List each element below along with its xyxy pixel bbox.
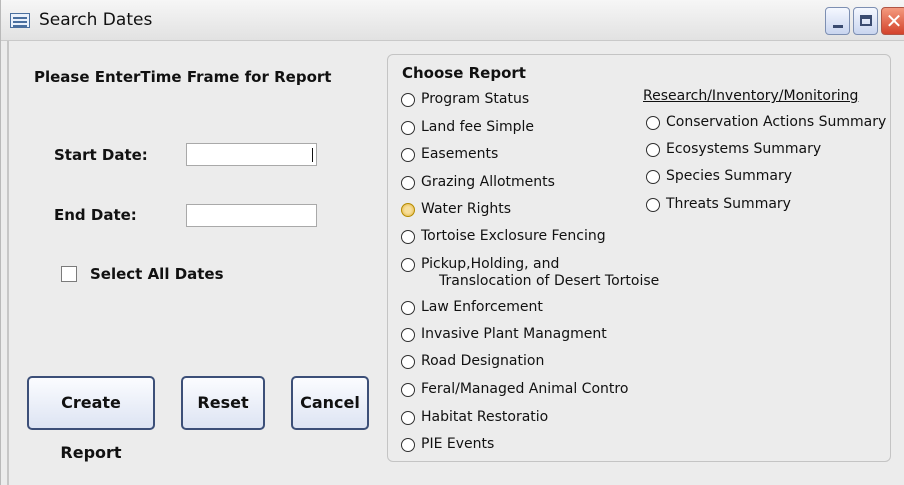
- report-option-label-line-1: Pickup,Holding, and: [421, 256, 560, 272]
- close-button[interactable]: ✕: [881, 7, 904, 35]
- report-option-water-rights[interactable]: Water Rights: [401, 201, 511, 221]
- report-option-pie-events[interactable]: PIE Events: [401, 436, 494, 456]
- report-option-habitat-restoration[interactable]: Habitat Restoratio: [401, 409, 548, 429]
- radio-button[interactable]: [401, 383, 415, 397]
- radio-button[interactable]: [401, 411, 415, 425]
- minimize-button[interactable]: [825, 7, 850, 35]
- radio-button[interactable]: [401, 301, 415, 315]
- radio-button[interactable]: [401, 328, 415, 342]
- report-option-label-line-2: Translocation of Desert Tortoise: [439, 273, 660, 289]
- research-option-species-summary[interactable]: Species Summary: [646, 168, 792, 188]
- title-bar: Search Dates ✕: [1, 0, 904, 41]
- report-option-label: Road Designation: [421, 353, 545, 369]
- report-option-easements[interactable]: Easements: [401, 146, 498, 166]
- maximize-button[interactable]: [853, 7, 878, 35]
- report-option-label: Easements: [421, 146, 499, 162]
- report-option-pickup-holding-translocation[interactable]: Pickup,Holding, and Translocation of Des…: [401, 256, 659, 292]
- radio-button[interactable]: [401, 176, 415, 190]
- report-option-grazing-allotments[interactable]: Grazing Allotments: [401, 174, 555, 194]
- report-option-label: Program Status: [421, 91, 530, 107]
- report-option-label: Invasive Plant Managment: [421, 326, 607, 342]
- research-option-label: Threats Summary: [666, 196, 791, 212]
- search-dates-window: Search Dates ✕ Please EnterTime Frame fo…: [0, 0, 904, 485]
- start-date-input[interactable]: [186, 143, 317, 166]
- window-title: Search Dates: [39, 10, 153, 30]
- research-option-label: Species Summary: [666, 168, 792, 184]
- create-report-button[interactable]: Create Report: [27, 376, 155, 462]
- radio-button[interactable]: [646, 170, 660, 184]
- cancel-button[interactable]: Cancel: [291, 376, 369, 430]
- time-frame-heading: Please EnterTime Frame for Report: [34, 68, 332, 86]
- research-inventory-monitoring-heading: Research/Inventory/Monitoring: [643, 88, 859, 104]
- research-option-ecosystems-summary[interactable]: Ecosystems Summary: [646, 141, 821, 161]
- window-left-border: [7, 41, 9, 485]
- minimize-icon: [833, 25, 843, 28]
- radio-button-hover[interactable]: [401, 203, 415, 217]
- radio-button[interactable]: [401, 438, 415, 452]
- report-option-tortoise-exclosure-fencing[interactable]: Tortoise Exclosure Fencing: [401, 228, 606, 248]
- text-caret: [312, 148, 313, 162]
- report-option-label: Pickup,Holding, and Translocation of Des…: [421, 256, 659, 290]
- report-option-label: Water Rights: [421, 201, 511, 217]
- research-option-conservation-actions-summary[interactable]: Conservation Actions Summary: [646, 114, 886, 134]
- select-all-dates-label[interactable]: Select All Dates: [90, 265, 224, 283]
- end-date-label: End Date:: [54, 206, 137, 224]
- report-option-program-status[interactable]: Program Status: [401, 91, 529, 111]
- select-all-dates-checkbox[interactable]: [61, 266, 77, 282]
- radio-button[interactable]: [401, 230, 415, 244]
- radio-button[interactable]: [401, 93, 415, 107]
- research-option-threats-summary[interactable]: Threats Summary: [646, 196, 791, 216]
- report-option-label: PIE Events: [421, 436, 495, 452]
- report-option-invasive-plant-managment[interactable]: Invasive Plant Managment: [401, 326, 607, 346]
- report-option-label: Land fee Simple: [421, 119, 534, 135]
- report-option-land-fee-simple[interactable]: Land fee Simple: [401, 119, 534, 139]
- report-option-label: Feral/Managed Animal Contro: [421, 381, 629, 397]
- report-option-law-enforcement[interactable]: Law Enforcement: [401, 299, 543, 319]
- form-icon: [10, 13, 30, 28]
- radio-button[interactable]: [401, 121, 415, 135]
- reset-button[interactable]: Reset: [181, 376, 265, 430]
- radio-button[interactable]: [646, 198, 660, 212]
- report-option-label: Tortoise Exclosure Fencing: [421, 228, 606, 244]
- research-option-label: Ecosystems Summary: [666, 141, 822, 157]
- radio-button[interactable]: [401, 258, 415, 272]
- choose-report-heading: Choose Report: [402, 64, 526, 82]
- radio-button[interactable]: [401, 355, 415, 369]
- end-date-input[interactable]: [186, 204, 317, 227]
- report-option-road-designation[interactable]: Road Designation: [401, 353, 544, 373]
- report-option-feral-managed-animal-control[interactable]: Feral/Managed Animal Contro: [401, 381, 628, 401]
- start-date-label: Start Date:: [54, 146, 148, 164]
- close-icon: ✕: [885, 9, 903, 33]
- radio-button[interactable]: [401, 148, 415, 162]
- radio-button[interactable]: [646, 116, 660, 130]
- report-option-label: Law Enforcement: [421, 299, 543, 315]
- report-option-label: Habitat Restoratio: [421, 409, 549, 425]
- radio-button[interactable]: [646, 143, 660, 157]
- report-option-label: Grazing Allotments: [421, 174, 555, 190]
- research-option-label: Conservation Actions Summary: [666, 114, 887, 130]
- maximize-icon: [860, 15, 872, 26]
